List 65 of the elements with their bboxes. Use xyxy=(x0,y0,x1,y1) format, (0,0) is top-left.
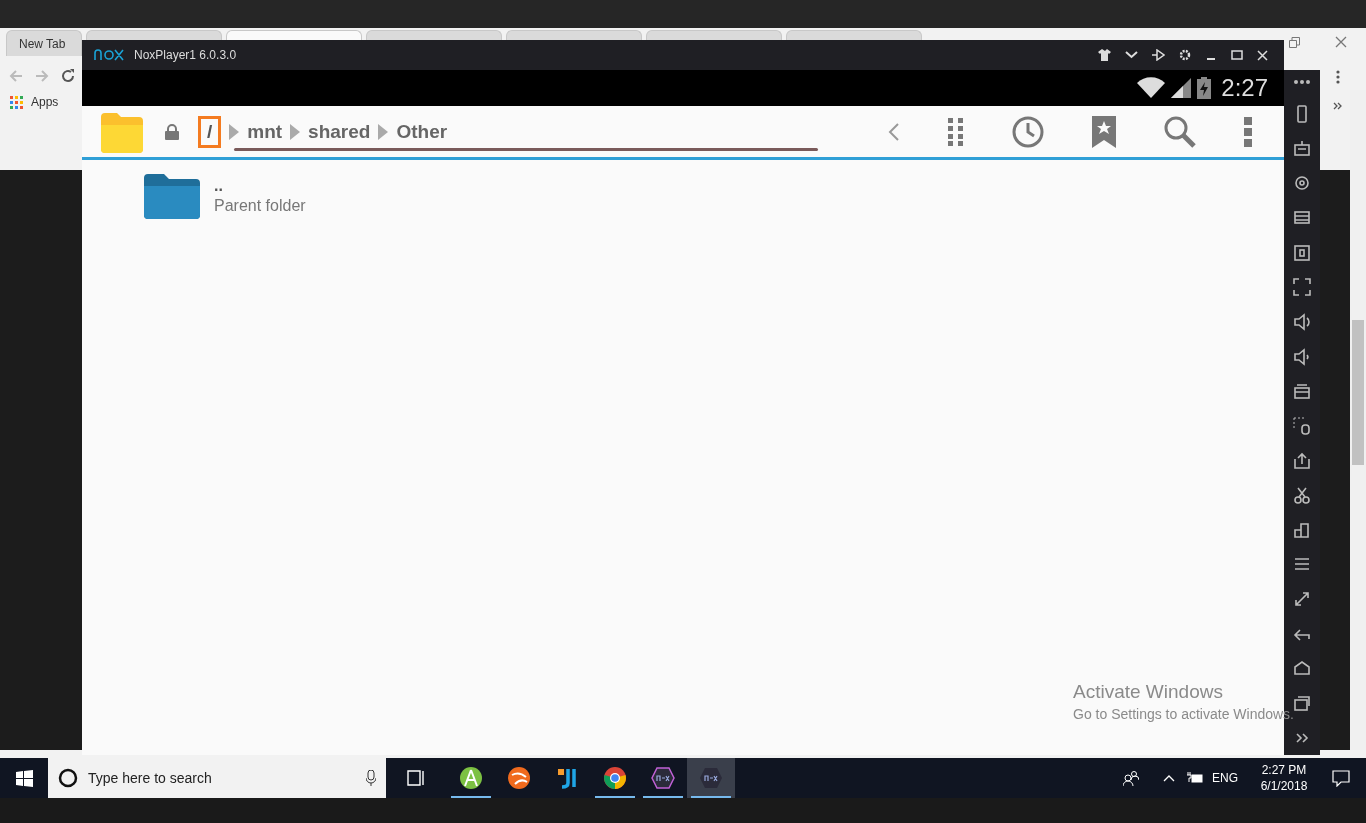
volume-up-icon[interactable] xyxy=(1292,312,1312,333)
upload-box-icon[interactable] xyxy=(1292,450,1312,471)
android-icon xyxy=(459,766,483,790)
wifi-icon xyxy=(1137,77,1166,99)
activation-title: Activate Windows xyxy=(1073,681,1224,703)
chevron-left-icon[interactable] xyxy=(888,121,900,142)
signal-icon xyxy=(1171,78,1192,98)
clock-date[interactable]: 6/1/2018 xyxy=(1260,778,1308,794)
microphone-icon[interactable] xyxy=(366,770,376,786)
notification-icon[interactable] xyxy=(1332,769,1350,787)
keyboard-icon[interactable] xyxy=(1292,138,1312,159)
scrollbar-thumb[interactable] xyxy=(1352,320,1364,465)
toolbox-icon[interactable] xyxy=(1292,381,1312,402)
hexagon-icon xyxy=(699,766,723,790)
battery-charging-icon xyxy=(1197,77,1212,99)
breadcrumb-item[interactable]: mnt xyxy=(247,118,283,145)
hexagon-icon xyxy=(651,766,675,790)
double-chevron-icon[interactable] xyxy=(1333,102,1342,110)
bookmark-link[interactable]: Apps xyxy=(31,93,59,111)
taskbar-app[interactable] xyxy=(687,758,735,798)
breadcrumb-item[interactable]: shared xyxy=(308,118,371,145)
maximize-icon[interactable] xyxy=(1231,49,1243,61)
apps-grid-icon[interactable] xyxy=(10,95,23,109)
memory-card-icon[interactable] xyxy=(1292,242,1312,263)
taskbar-search-field[interactable]: Type here to search xyxy=(48,758,386,798)
browser-tab[interactable]: New Tab xyxy=(6,30,82,56)
breadcrumb-arrow-icon xyxy=(378,123,389,140)
people-icon[interactable] xyxy=(1123,770,1139,786)
file-name[interactable]: .. xyxy=(214,176,306,196)
breadcrumb-item[interactable]: / xyxy=(198,115,222,148)
file-description: Parent folder xyxy=(214,196,306,216)
breadcrumb-arrow-icon xyxy=(229,123,240,140)
circle-icon xyxy=(58,768,78,788)
scissors-icon[interactable] xyxy=(1292,485,1312,506)
globe-icon xyxy=(507,766,531,790)
breadcrumb-arrow-icon xyxy=(290,123,301,140)
history-icon[interactable] xyxy=(1012,115,1044,148)
chevron-up-icon[interactable] xyxy=(1163,774,1175,782)
chevron-down-icon[interactable] xyxy=(1125,50,1138,60)
search-icon[interactable] xyxy=(1164,115,1196,148)
dot-grid-icon[interactable] xyxy=(948,117,964,146)
more-icon[interactable] xyxy=(1336,70,1340,84)
lock-icon xyxy=(164,123,180,140)
task-view-icon[interactable] xyxy=(407,770,425,786)
window-title: NoxPlayer1 6.0.3.0 xyxy=(134,47,237,64)
language-indicator[interactable]: ENG xyxy=(1212,769,1238,787)
bookmark-star-icon[interactable] xyxy=(1092,115,1116,148)
mouse-icon[interactable] xyxy=(1292,415,1312,436)
folder-icon xyxy=(142,172,202,220)
volume-down-icon[interactable] xyxy=(1292,346,1312,367)
battery-plug-icon[interactable] xyxy=(1187,772,1203,784)
chrome-icon xyxy=(603,766,627,790)
pin-icon[interactable] xyxy=(1152,49,1165,61)
shirt-icon[interactable] xyxy=(1098,49,1111,61)
reload-icon[interactable] xyxy=(60,68,76,84)
ji-logo-icon xyxy=(555,766,579,790)
overflow-menu-icon[interactable] xyxy=(1244,116,1252,147)
breadcrumb-item[interactable]: Other xyxy=(396,118,448,145)
nox-logo-icon xyxy=(94,49,124,61)
fullscreen-icon[interactable] xyxy=(1292,277,1312,298)
windows-start-icon[interactable] xyxy=(16,769,33,787)
restore-icon[interactable] xyxy=(1289,37,1300,48)
status-time: 2:27 xyxy=(1221,73,1268,103)
clock-time[interactable]: 2:27 PM xyxy=(1261,762,1307,778)
settings-icon[interactable] xyxy=(1179,49,1191,61)
